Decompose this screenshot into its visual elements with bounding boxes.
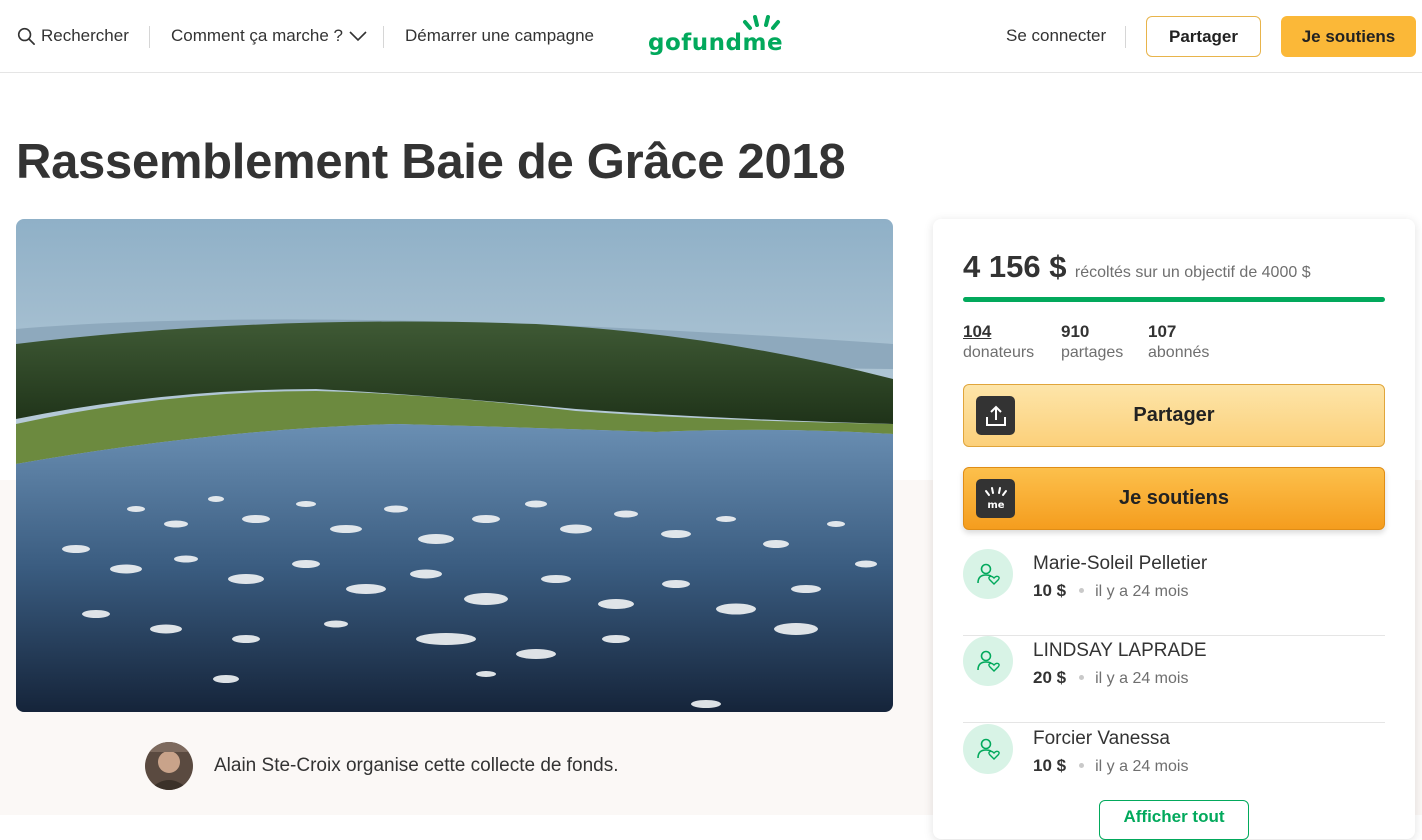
separator-dot — [1079, 674, 1085, 680]
stat-followers-label: abonnés — [1148, 344, 1210, 361]
aerial-lake-boats-image — [16, 219, 893, 712]
donation-meta: 10 $ il y a 24 mois — [1033, 581, 1188, 601]
login-link[interactable]: Se connecter — [1006, 0, 1106, 72]
search-link[interactable]: Rechercher — [17, 0, 129, 72]
start-campaign-link[interactable]: Démarrer une campagne — [405, 0, 594, 72]
card-donate-label: Je soutiens — [1118, 487, 1230, 509]
donation-time: il y a 24 mois — [1095, 583, 1189, 600]
logo-text: gofundme — [648, 30, 783, 56]
gofundme-logo[interactable]: gofundme — [646, 12, 786, 62]
donation-amount: 20 $ — [1033, 668, 1067, 687]
how-it-works-menu[interactable]: Comment ça marche ? — [171, 0, 367, 72]
how-it-works-label: Comment ça marche ? — [171, 26, 343, 45]
search-icon — [17, 27, 35, 45]
site-header: Rechercher Comment ça marche ? Démarrer … — [0, 0, 1422, 73]
stat-followers: 107 abonnés — [1148, 321, 1209, 363]
gofundme-logo-graphic: gofundme — [648, 15, 783, 56]
header-donate-button[interactable]: Je soutiens — [1281, 16, 1416, 57]
donor-name: LINDSAY LAPRADE — [1033, 640, 1207, 661]
header-share-button[interactable]: Partager — [1146, 16, 1261, 57]
progress-bar — [963, 297, 1385, 302]
chevron-down-icon — [349, 31, 367, 42]
header-donate-label: Je soutiens — [1301, 26, 1396, 46]
donation-time: il y a 24 mois — [1095, 670, 1189, 687]
header-share-label: Partager — [1169, 26, 1238, 46]
card-donate-button[interactable]: me Je soutiens — [963, 467, 1385, 530]
show-all-label: Afficher tout — [1123, 807, 1225, 826]
donation-meta: 10 $ il y a 24 mois — [1033, 756, 1188, 776]
stat-shares-number: 910 — [1061, 322, 1090, 341]
donation-amount: 10 $ — [1033, 756, 1067, 775]
donation-item: Marie-Soleil Pelletier 10 $ il y a 24 moi… — [963, 549, 1385, 636]
donation-item: LINDSAY LAPRADE 20 $ il y a 24 mois — [963, 636, 1385, 723]
donor-name: Forcier Vanessa — [1033, 728, 1170, 749]
nav-divider — [149, 26, 150, 48]
card-share-label: Partager — [1133, 404, 1215, 426]
donor-heart-icon — [963, 549, 1013, 599]
organizer-text: Alain Ste-Croix organise cette collecte … — [214, 755, 619, 776]
donation-item: Forcier Vanessa 10 $ il y a 24 mois — [963, 724, 1385, 810]
stat-shares: 910 partages — [1061, 321, 1123, 363]
separator-dot — [1079, 762, 1085, 768]
donation-sidebar-card: 4 156 $ récoltés sur un objectif de 4000… — [933, 219, 1415, 840]
stat-shares-label: partages — [1061, 344, 1124, 361]
organizer-info: Alain Ste-Croix organise cette collecte … — [145, 742, 619, 790]
avatar[interactable] — [145, 742, 193, 790]
share-upload-icon — [976, 396, 1015, 435]
svg-text:me: me — [987, 500, 1004, 511]
stat-donors-number: 104 — [963, 322, 992, 341]
raised-summary: 4 156 $ récoltés sur un objectif de 4000… — [963, 249, 1311, 285]
campaign-hero-image — [16, 219, 893, 712]
donor-name: Marie-Soleil Pelletier — [1033, 553, 1208, 574]
stat-donors[interactable]: 104 donateurs — [963, 321, 1034, 363]
stat-followers-number: 107 — [1148, 322, 1177, 341]
donor-heart-icon — [963, 724, 1013, 774]
separator-dot — [1079, 587, 1085, 593]
nav-divider — [1125, 26, 1126, 48]
raised-amount: 4 156 $ — [963, 249, 1067, 284]
organizer-avatar-image — [145, 742, 193, 790]
nav-divider — [383, 26, 384, 48]
campaign-title: Rassemblement Baie de Grâce 2018 — [16, 135, 846, 189]
start-campaign-label: Démarrer une campagne — [405, 26, 594, 45]
progress-fill — [963, 297, 1385, 302]
gofundme-mark-icon: me — [976, 479, 1015, 518]
donation-amount: 10 $ — [1033, 581, 1067, 600]
goal-text: récoltés sur un objectif de 4000 $ — [1074, 264, 1311, 281]
card-share-button[interactable]: Partager — [963, 384, 1385, 447]
donation-meta: 20 $ il y a 24 mois — [1033, 668, 1188, 688]
login-label: Se connecter — [1006, 26, 1107, 45]
search-label: Rechercher — [41, 26, 129, 45]
donor-heart-icon — [963, 636, 1013, 686]
donation-time: il y a 24 mois — [1095, 758, 1189, 775]
stat-donors-label: donateurs — [963, 344, 1035, 361]
show-all-button[interactable]: Afficher tout — [1099, 800, 1249, 840]
